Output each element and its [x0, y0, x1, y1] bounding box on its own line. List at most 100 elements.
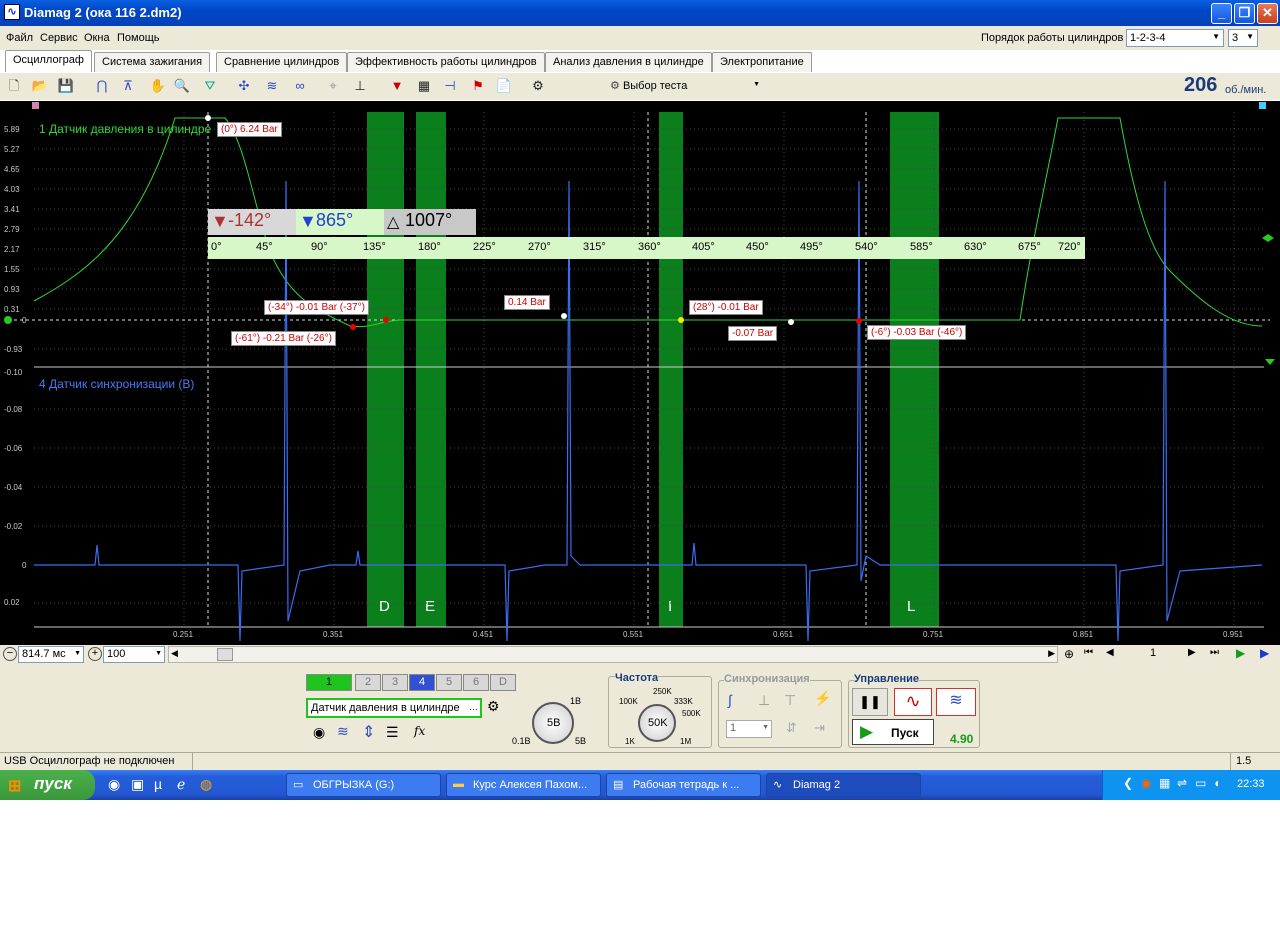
menu-windows[interactable]: Окна — [84, 32, 110, 44]
eye-icon[interactable]: ◉ — [313, 724, 325, 741]
task-folder[interactable]: ▬ Курс Алексея Пахом... — [446, 773, 601, 797]
page-number[interactable]: 1 — [1150, 647, 1156, 659]
sync-front-icon[interactable]: ⊥ — [758, 692, 770, 709]
cylinder-order-select[interactable]: 1-2-3-4 ▼ — [1126, 29, 1224, 47]
close-button[interactable]: ✕ — [1257, 3, 1278, 24]
ie-icon[interactable]: ℯ — [177, 776, 185, 793]
tab-ignition[interactable]: Система зажигания — [94, 52, 211, 72]
cursor-icon[interactable]: ⋂ — [92, 76, 112, 96]
tab-power[interactable]: Электропитание — [712, 52, 812, 72]
channel-button-d[interactable]: D — [490, 674, 516, 691]
volume-icon[interactable]: ◖ — [1213, 776, 1220, 790]
single-wave-button[interactable]: ∿ — [894, 688, 932, 716]
cylinder-count-select[interactable]: 3 ▼ — [1228, 29, 1258, 47]
sensor-settings-icon[interactable]: ⚙ — [487, 698, 500, 715]
filter-lines-icon[interactable]: ☰ — [386, 724, 399, 741]
play-forward-icon[interactable]: ▶ — [1260, 646, 1269, 660]
scale-icon[interactable]: ⇕ — [362, 722, 375, 742]
measure-icon[interactable]: ⊼ — [118, 76, 138, 96]
filter-icon[interactable]: ⛛ — [200, 76, 220, 96]
zoom-icon[interactable]: 🔍 — [172, 76, 192, 96]
invert-icon[interactable]: ≋ — [337, 723, 349, 740]
zoom-select[interactable]: 100 ▼ — [103, 646, 165, 663]
channel-button-1[interactable]: 1 — [306, 674, 352, 691]
channel-button-4[interactable]: 4 — [409, 674, 435, 691]
auto-cursor-icon[interactable]: ⌖ — [323, 76, 343, 96]
sync-auto-icon[interactable]: ⚡ — [814, 690, 831, 707]
y-tick: 0.02 — [4, 598, 20, 607]
channel-button-2[interactable]: 2 — [355, 674, 381, 691]
function-icon[interactable]: fx — [414, 724, 425, 738]
marker-filter-icon[interactable]: ▼ — [387, 76, 407, 96]
tray-app-icon[interactable]: ◉ — [1141, 776, 1151, 790]
utorrent-icon[interactable]: µ — [154, 776, 162, 792]
multi-wave-button[interactable]: ≋ — [936, 688, 976, 716]
channel-button-6[interactable]: 6 — [463, 674, 489, 691]
start-menu-button[interactable]: ⊞ пуск — [0, 770, 95, 800]
menu-service[interactable]: Сервис — [40, 32, 78, 44]
play-icon[interactable]: ▶ — [1236, 646, 1245, 660]
add-page-icon[interactable]: ⊕ — [1064, 647, 1074, 661]
task-document[interactable]: ▤ Рабочая тетрадь к ... — [606, 773, 761, 797]
menu-file[interactable]: Файл — [6, 32, 33, 44]
last-page-icon[interactable]: ⏭ — [1210, 647, 1219, 658]
sync-channel-select[interactable]: 1 ▼ — [726, 720, 772, 738]
notes-icon[interactable]: 📄 — [494, 76, 514, 96]
zoom-value: 100 — [107, 648, 126, 660]
scroll-left-icon[interactable]: ◀ — [171, 648, 178, 659]
tray-usb-icon[interactable]: ⇌ — [1177, 776, 1187, 790]
wave-icon[interactable]: ≋ — [262, 76, 282, 96]
split-icon[interactable]: ⊣ — [440, 76, 460, 96]
channel-button-3[interactable]: 3 — [382, 674, 408, 691]
frequency-knob[interactable]: 50K — [638, 704, 676, 742]
sync-fall-icon[interactable]: ⊤ — [784, 692, 796, 709]
scroll-thumb[interactable] — [217, 648, 233, 661]
first-page-icon[interactable]: ⏮ — [1084, 647, 1093, 658]
task-drive[interactable]: ▭ ОБГРЫЗКА (G:) — [286, 773, 441, 797]
zoom-out-icon[interactable]: − — [3, 647, 17, 661]
open-folder-icon[interactable]: 📂 — [30, 76, 50, 96]
tray-chevron-icon[interactable]: ❮ — [1123, 776, 1133, 790]
menu-bar: Файл Сервис Окна Помощь Порядок работы ц… — [0, 26, 1280, 50]
tab-cylinder-compare[interactable]: Сравнение цилиндров — [216, 52, 348, 72]
horizontal-scrollbar[interactable]: ◀ ▶ — [168, 646, 1058, 663]
scroll-right-icon[interactable]: ▶ — [1048, 648, 1055, 659]
tray-monitor-icon[interactable]: ▭ — [1195, 776, 1206, 790]
prev-page-icon[interactable]: ◀ — [1106, 647, 1114, 658]
marker2-value: 865° — [316, 210, 354, 230]
maximize-button[interactable]: ❐ — [1234, 3, 1255, 24]
new-file-icon[interactable]: 🗋 — [4, 76, 24, 96]
align-icon[interactable]: ✣ — [234, 76, 254, 96]
zero-level-icon[interactable]: ⊥ — [350, 76, 370, 96]
tray-network-icon[interactable]: ▦ — [1159, 776, 1170, 790]
menu-help[interactable]: Помощь — [117, 32, 160, 44]
chrome-icon[interactable]: ◉ — [108, 776, 120, 793]
explorer-icon[interactable]: ▣ — [131, 776, 144, 793]
auto-icon[interactable]: ⚙ — [528, 76, 548, 96]
sync-title: Синхронизация — [724, 673, 810, 685]
tab-cylinder-efficiency[interactable]: Эффективность работы цилиндров — [347, 52, 545, 72]
wave-compare-icon[interactable]: ∞ — [290, 76, 310, 96]
start-button[interactable]: ▶ Пуск — [852, 719, 934, 745]
next-page-icon[interactable]: ▶ — [1188, 647, 1196, 658]
sync-center-icon[interactable]: ⇥ — [814, 720, 825, 736]
tab-pressure-analysis[interactable]: Анализ давления в цилиндре — [545, 52, 712, 72]
channel-button-5[interactable]: 5 — [436, 674, 462, 691]
save-icon[interactable]: 💾 — [56, 76, 76, 96]
sync-level-icon[interactable]: ⇵ — [786, 720, 797, 736]
timebase-select[interactable]: 814.7 мс ▼ — [18, 646, 84, 663]
grid-icon[interactable]: ▦ — [414, 76, 434, 96]
tab-oscilloscope[interactable]: Осциллограф — [5, 50, 92, 72]
zoom-in-icon[interactable]: + — [88, 647, 102, 661]
flag-icon[interactable]: ⚑ — [468, 76, 488, 96]
minimize-button[interactable]: _ — [1211, 3, 1232, 24]
y-tick: 2.79 — [4, 225, 20, 234]
test-select[interactable]: ⚙ Выбор теста ▼ — [606, 76, 764, 96]
task-diamag[interactable]: ∿ Diamag 2 — [766, 773, 921, 797]
sensor-select[interactable]: Датчик давления в цилиндре… — [306, 698, 482, 718]
pause-button[interactable]: ❚❚ — [852, 688, 888, 716]
volt-knob[interactable]: 5В — [532, 702, 574, 744]
firefox-icon[interactable]: ◍ — [200, 776, 212, 793]
hand-icon[interactable]: ✋ — [148, 76, 168, 96]
sync-rise-icon[interactable]: ∫ — [728, 692, 732, 708]
